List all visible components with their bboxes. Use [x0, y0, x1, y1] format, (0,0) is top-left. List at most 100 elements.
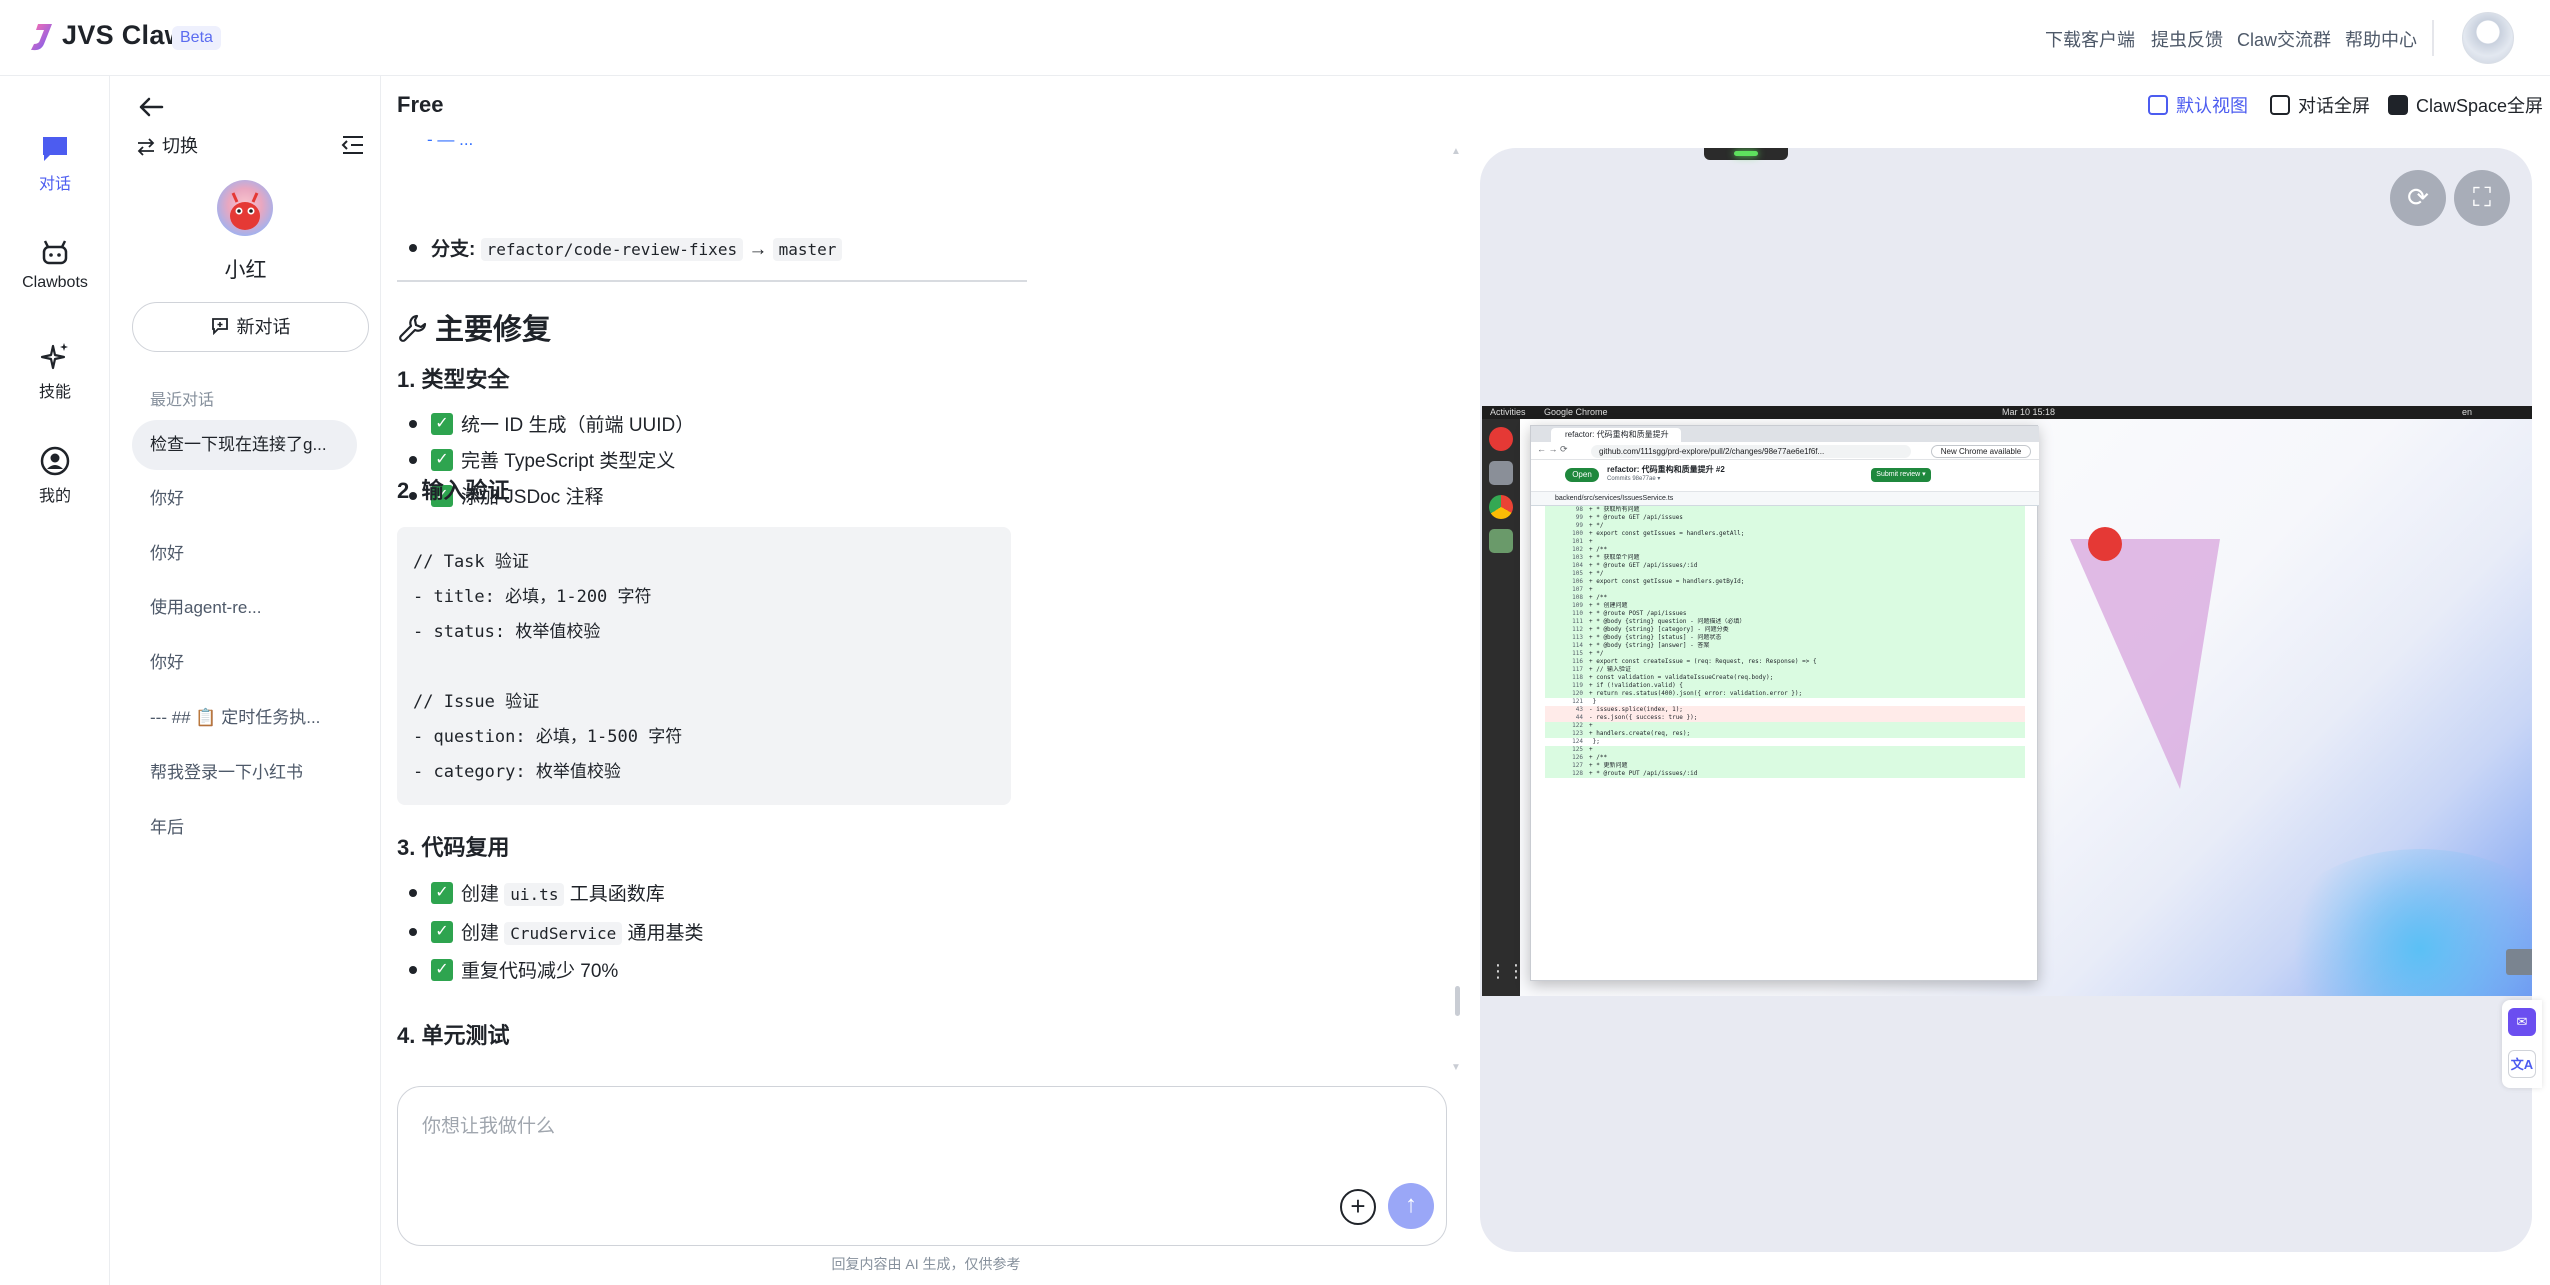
bug-report-link[interactable]: 提虫反馈 — [2151, 26, 2223, 52]
browser-tab[interactable]: refactor: 代码重构和质量提升 — [1551, 428, 1681, 442]
switch-bot-button[interactable]: 切换 — [136, 132, 198, 158]
download-client-link[interactable]: 下载客户端 — [2045, 26, 2135, 52]
diff-line: 127 + * 更新问题 — [1545, 762, 2025, 770]
list-item-text: 工具函数库 — [564, 884, 665, 905]
chat-fullscreen-button[interactable]: 对话全屏 — [2270, 92, 2370, 118]
diff-code: + export const createIssue = (req: Reque… — [1589, 658, 1817, 665]
add-attachment-button[interactable]: + — [1340, 1189, 1376, 1225]
new-chat-button[interactable]: 新对话 — [132, 302, 369, 352]
nav-item-chat[interactable]: 对话 — [0, 132, 110, 194]
line-number: 117 — [1572, 666, 1583, 673]
diff-line: 123 + handlers.create(req, res); — [1545, 730, 2025, 738]
line-number: 128 — [1572, 770, 1583, 777]
chat-assistant-icon[interactable]: ✉ — [2508, 1008, 2536, 1036]
bot-name: 小红 — [224, 259, 267, 282]
diff-line: 105 + */ — [1545, 570, 2025, 578]
fullscreen-button[interactable]: ⛶ — [2454, 170, 2510, 226]
history-item[interactable]: 年后 — [132, 803, 357, 853]
scroll-down-arrow-icon[interactable]: ▼ — [1451, 1062, 1461, 1073]
diff-code: + return res.status(400).json({ error: v… — [1589, 690, 1803, 697]
activities-label[interactable]: Activities — [1490, 406, 1526, 419]
chat-input-box[interactable]: 你想让我做什么 + ↑ — [397, 1086, 1447, 1246]
diff-code: }; — [1589, 738, 1600, 745]
diff-line: 98 + * 获取所有问题 — [1545, 506, 2025, 514]
line-number: 121 — [1572, 698, 1583, 705]
pr-commit-selector[interactable]: Commits 98e77ae ▾ — [1607, 475, 1660, 482]
default-view-button[interactable]: 默认视图 — [2148, 92, 2248, 118]
list-item-text: 通用基类 — [622, 923, 704, 944]
address-bar[interactable]: github.com/111sgg/prd-explore/pull/2/cha… — [1591, 445, 1911, 458]
diff-code: + */ — [1589, 650, 1604, 657]
history-item[interactable]: 你好 — [132, 474, 357, 524]
nav-arrows-icon[interactable]: ← → ⟳ — [1537, 444, 1568, 455]
line-number: 114 — [1572, 642, 1583, 649]
diff-code: + /** — [1589, 754, 1608, 761]
diff-line: 113 + * @body {string} [status] - 问题状态 — [1545, 634, 2025, 642]
refresh-button[interactable]: ⟳ — [2390, 170, 2446, 226]
list-item-text: 重复代码减少 70% — [461, 961, 619, 982]
subsection-heading: 2. 输入验证 — [397, 478, 510, 503]
help-center-link[interactable]: 帮助中心 — [2345, 26, 2417, 52]
community-link[interactable]: Claw交流群 — [2237, 26, 2331, 52]
diff-file-header[interactable]: backend/src/services/IssuesService.ts — [1531, 492, 2039, 506]
pr-title: refactor: 代码重构和质量提升 #2 — [1607, 465, 1725, 474]
divider — [397, 280, 1027, 282]
user-avatar[interactable] — [2462, 12, 2514, 64]
history-item[interactable]: 你好 — [132, 529, 357, 579]
clawspace-fullscreen-button[interactable]: ClawSpace全屏 — [2388, 92, 2543, 118]
new-chat-label: 新对话 — [236, 317, 291, 337]
inline-code: ui.ts — [504, 883, 565, 906]
diff-code: + — [1589, 586, 1593, 593]
translate-icon[interactable]: 文A — [2508, 1050, 2536, 1078]
diff-line: 121 } — [1545, 698, 2025, 706]
check-icon: ✓ — [431, 448, 453, 471]
nav-item-profile[interactable]: 我的 — [0, 444, 110, 506]
history-item[interactable]: 使用agent-re... — [132, 583, 357, 633]
branch-line: 分支: refactor/code-review-fixes → master — [409, 236, 843, 264]
history-item[interactable]: 检查一下现在连接了g... — [132, 420, 357, 470]
collapse-sidebar-icon[interactable] — [340, 132, 366, 158]
wallpaper-glow — [2270, 849, 2532, 996]
user-icon — [40, 446, 70, 476]
nav-item-clawbots[interactable]: Clawbots — [0, 236, 110, 292]
nav-label: 技能 — [38, 384, 71, 401]
diff-code: + if (!validation.valid) { — [1589, 682, 1683, 689]
line-number: 109 — [1572, 602, 1583, 609]
trash-desktop-icon[interactable] — [2506, 949, 2532, 975]
bullet — [409, 455, 417, 464]
chat-input-placeholder[interactable]: 你想让我做什么 — [422, 1111, 555, 1138]
line-number: 122 — [1572, 722, 1583, 729]
chrome-update-button[interactable]: New Chrome available — [1931, 445, 2031, 458]
history-item[interactable]: 你好 — [132, 638, 357, 688]
mascot-app-icon[interactable] — [1489, 427, 1513, 451]
history-item[interactable]: 帮我登录一下小红书 — [132, 748, 357, 798]
diff-code: } — [1589, 698, 1597, 705]
diff-line: 116 + export const createIssue = (req: Re… — [1545, 658, 2025, 666]
nav-item-skills[interactable]: 技能 — [0, 340, 110, 402]
files-app-icon[interactable] — [1489, 461, 1513, 485]
send-button[interactable]: ↑ — [1388, 1183, 1434, 1229]
diff-code: + * @route PUT /api/issues/:id — [1589, 770, 1698, 777]
nav-label: 我的 — [38, 488, 71, 505]
scroll-up-arrow-icon[interactable]: ▲ — [1451, 146, 1461, 157]
submit-review-button[interactable]: Submit review ▾ — [1871, 468, 1931, 482]
list-item-text: 创建 — [461, 923, 505, 944]
red-mascot-icon — [230, 192, 260, 230]
diff-code: - issues.splice(index, 1); — [1589, 706, 1683, 713]
app-grid-icon[interactable]: ⋮⋮ — [1489, 959, 1525, 983]
floating-tools: ✉ 文A — [2502, 1000, 2542, 1088]
history-item[interactable]: --- ## 📋 定时任务执... — [132, 693, 357, 743]
back-arrow-icon[interactable] — [134, 90, 168, 124]
trash-app-icon[interactable] — [1489, 529, 1513, 553]
desktop-top-bar: Activities Google Chrome Mar 10 15:18 en — [1482, 406, 2532, 419]
remote-desktop[interactable]: Activities Google Chrome Mar 10 15:18 en… — [1482, 406, 2532, 996]
arrow: → — [748, 239, 768, 260]
diff-code: + export const getIssue = handlers.getBy… — [1589, 578, 1745, 585]
chrome-app-icon[interactable] — [1489, 495, 1513, 519]
active-app-label: Google Chrome — [1544, 407, 1608, 417]
window-icon — [2270, 95, 2290, 116]
browser-window[interactable]: refactor: 代码重构和质量提升 ← → ⟳ github.com/111… — [1530, 425, 2039, 981]
chat-scrollbar[interactable] — [1455, 986, 1460, 1016]
diff-code: + /** — [1589, 546, 1608, 553]
diff-code: + * @route GET /api/issues — [1589, 514, 1683, 521]
